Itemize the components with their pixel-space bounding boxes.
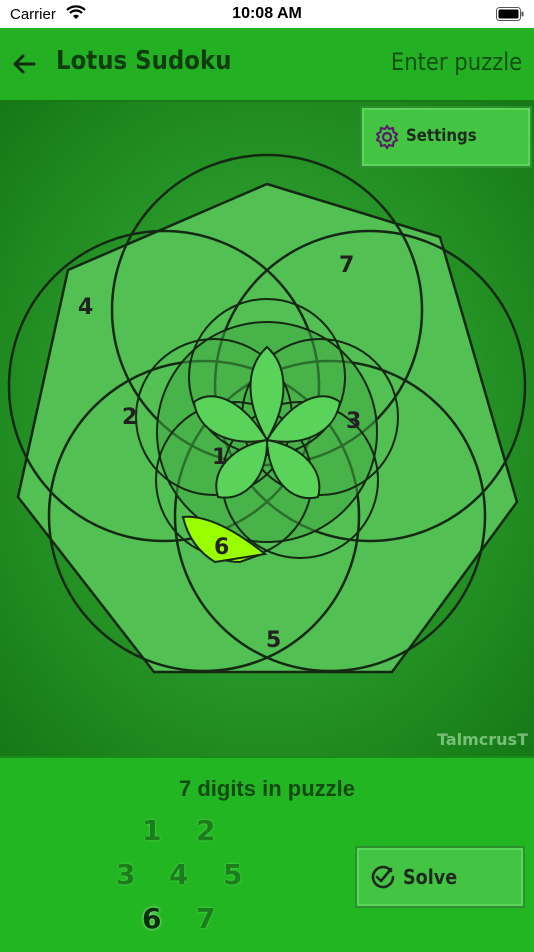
cell-digit: 2	[122, 405, 137, 430]
solve-label: Solve	[403, 865, 458, 889]
keypad-digit-7[interactable]: 7	[196, 902, 215, 935]
page-title: Lotus Sudoku	[56, 46, 232, 76]
settings-label: Settings	[406, 126, 477, 146]
keypad-digit-6[interactable]: 6	[142, 902, 161, 935]
keypad-digit-4[interactable]: 4	[169, 858, 188, 891]
solve-button[interactable]: Solve	[355, 846, 525, 908]
cell-digit: 6	[214, 535, 229, 560]
cell-digit: 7	[339, 253, 354, 278]
check-clock-icon	[371, 865, 395, 889]
battery-icon	[496, 7, 524, 21]
back-arrow-icon[interactable]	[10, 50, 38, 78]
enter-puzzle-button[interactable]: Enter puzzle	[391, 48, 522, 76]
keypad-digit-1[interactable]: 1	[142, 814, 161, 847]
clock: 10:08 AM	[232, 5, 302, 22]
navigation-bar: Lotus Sudoku Enter puzzle	[0, 28, 534, 102]
status-bar: Carrier 10:08 AM	[0, 0, 534, 28]
cell-digit: 5	[266, 628, 281, 653]
cell-digit: 3	[346, 409, 361, 434]
keypad-digit-2[interactable]: 2	[196, 814, 215, 847]
puzzle-board: 4 7 2 3 1 6 5	[0, 102, 534, 756]
lotus-grid[interactable]: 4 7 2 3 1 6 5	[0, 102, 534, 756]
gear-icon	[375, 124, 399, 150]
digit-count-label: 7 digits in puzzle	[178, 776, 355, 801]
keypad-digit-3[interactable]: 3	[116, 858, 135, 891]
settings-button[interactable]: Settings	[360, 106, 532, 168]
keypad-digit-5[interactable]: 5	[223, 858, 242, 891]
brand-watermark: TalmcrusT	[436, 730, 528, 749]
cell-digit: 4	[78, 295, 93, 320]
cell-digit: 1	[212, 445, 227, 470]
